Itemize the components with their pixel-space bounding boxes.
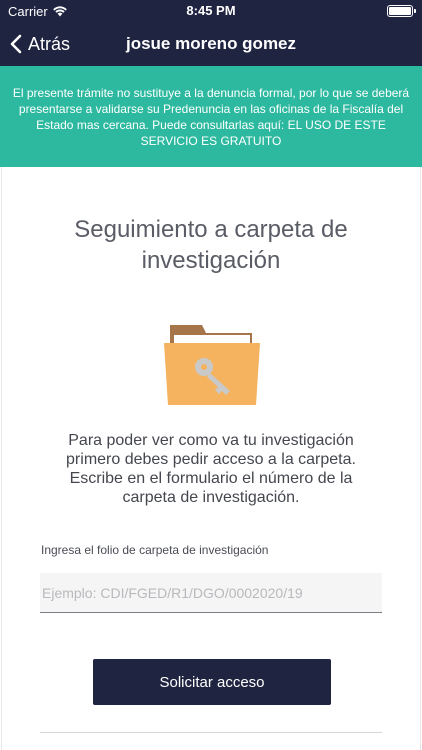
notice-banner: El presente trámite no sustituye a la de… bbox=[0, 66, 422, 167]
instructions-text: Para poder ver como va tu investigación … bbox=[40, 431, 382, 507]
page-title: Seguimiento a carpeta de investigación bbox=[0, 214, 422, 276]
status-time: 8:45 PM bbox=[186, 3, 236, 18]
request-access-button[interactable]: Solicitar acceso bbox=[93, 659, 331, 705]
page-title-line-1: Seguimiento a carpeta de bbox=[74, 216, 348, 243]
bottom-divider bbox=[40, 732, 382, 733]
folio-input[interactable] bbox=[40, 573, 382, 613]
folder-key-icon bbox=[164, 325, 260, 405]
battery-icon bbox=[387, 5, 416, 17]
instructions-line-2: primero debes pedir acceso a la carpeta. bbox=[66, 451, 356, 468]
page-title-line-2: investigación bbox=[141, 247, 281, 274]
notice-text: El presente trámite no sustituye a la de… bbox=[12, 86, 410, 148]
navigation-bar: Atrás josue moreno gomez bbox=[0, 22, 422, 66]
folio-field-label: Ingresa el folio de carpeta de investiga… bbox=[41, 543, 269, 557]
nav-title: josue moreno gomez bbox=[125, 34, 297, 53]
instructions-line-4: carpeta de investigación. bbox=[122, 489, 300, 506]
instructions-line-1: Para poder ver como va tu investigación bbox=[68, 432, 354, 449]
status-bar: Carrier 8:45 PM bbox=[0, 0, 422, 22]
instructions-line-3: Escribe en el formulario el número de la bbox=[69, 470, 353, 487]
